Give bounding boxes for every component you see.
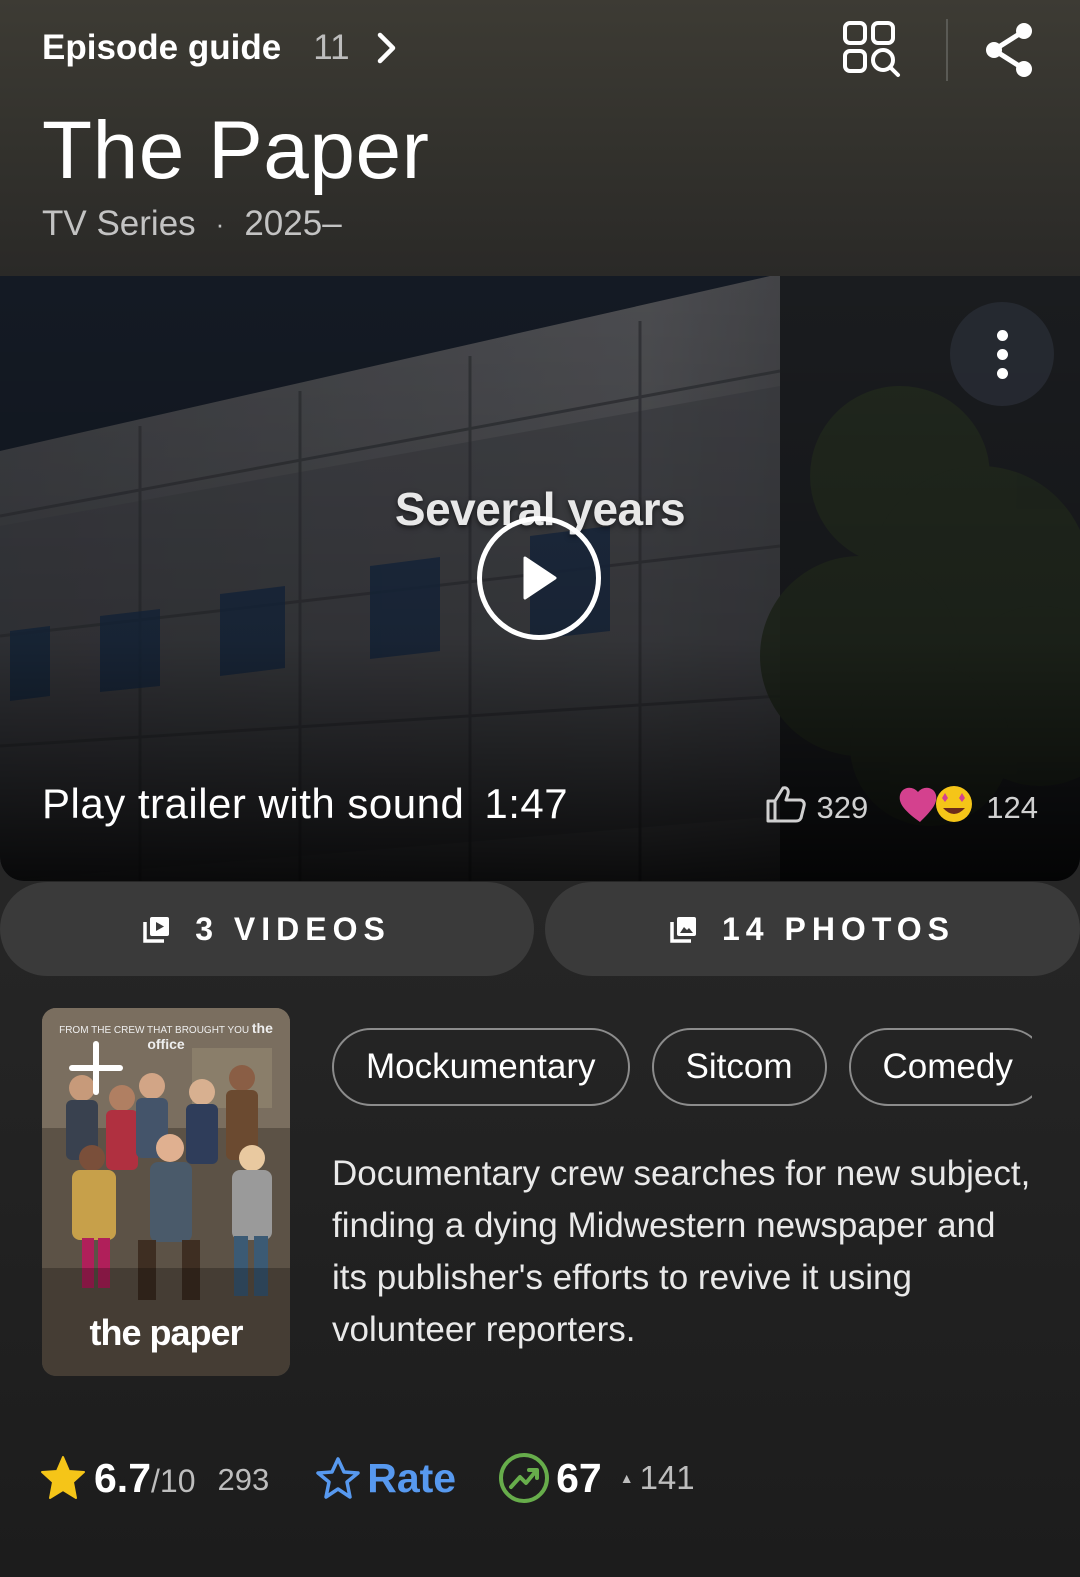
rating-votes: 293 xyxy=(217,1462,270,1497)
genre-chip-comedy[interactable]: Comedy xyxy=(848,1028,1032,1106)
popularity-delta: 141 xyxy=(639,1459,695,1496)
trailer-player[interactable]: Several years Play trailer with sound 1:4… xyxy=(0,276,1080,881)
reaction-icons[interactable] xyxy=(898,784,976,832)
videos-button[interactable]: 3 VIDEOS xyxy=(0,882,534,976)
trailer-reactions: 329 124 xyxy=(765,784,1038,832)
trailer-duration: 1:47 xyxy=(484,780,569,827)
popularity-meter[interactable]: 67 ▲ 141 xyxy=(498,1452,695,1504)
kebab-dot xyxy=(996,329,1008,341)
trending-up-icon xyxy=(499,1453,550,1503)
photos-button[interactable]: 14 PHOTOS xyxy=(545,882,1080,976)
star-icon xyxy=(40,1455,86,1501)
title-years: 2025– xyxy=(244,204,342,243)
popularity-change: ▲ 141 xyxy=(620,1459,695,1497)
episode-guide-link[interactable]: Episode guide 11 xyxy=(42,24,402,72)
rating-row: 6.7 /10 293 Rate 67 ▲ 141 xyxy=(40,1446,695,1510)
like-icon[interactable] xyxy=(765,785,807,831)
play-icon xyxy=(523,556,557,600)
play-button[interactable] xyxy=(477,516,601,640)
popularity-rank: 67 xyxy=(556,1454,602,1501)
poster-title: the paper xyxy=(89,1312,243,1353)
add-to-watchlist-icon[interactable] xyxy=(62,1034,130,1102)
reaction-count: 124 xyxy=(986,790,1038,825)
episode-count: 11 xyxy=(313,28,350,67)
title-meta: TV Series · 2025– xyxy=(42,204,342,244)
browse-search-icon[interactable] xyxy=(842,20,902,80)
poster-image[interactable]: FROM THE CREW THAT BROUGHT YOU the offic… xyxy=(42,1008,290,1376)
rate-label: Rate xyxy=(367,1454,457,1501)
video-library-icon xyxy=(143,915,171,943)
genre-chips: Mockumentary Sitcom Comedy xyxy=(332,1028,1032,1108)
genre-chip-mockumentary[interactable]: Mockumentary xyxy=(332,1028,630,1106)
share-icon[interactable] xyxy=(982,21,1036,79)
rating-scale: /10 xyxy=(151,1462,196,1499)
imdb-rating: 6.7 xyxy=(94,1454,151,1501)
star-outline-icon xyxy=(316,1457,360,1499)
header-actions xyxy=(842,18,1036,82)
page-title: The Paper xyxy=(42,105,430,196)
photo-library-icon xyxy=(670,915,698,943)
title-detail-page: Episode guide 11 The Paper TV Series · 2… xyxy=(0,0,1080,1577)
play-trailer-label[interactable]: Play trailer with sound 1:47 xyxy=(42,780,568,828)
arrow-up-icon: ▲ xyxy=(619,1470,634,1486)
rate-button[interactable]: Rate xyxy=(315,1455,456,1502)
more-options-button[interactable] xyxy=(950,302,1054,406)
episode-guide-label: Episode guide xyxy=(42,28,282,67)
title-type: TV Series xyxy=(42,204,196,243)
photos-label: 14 PHOTOS xyxy=(721,910,956,947)
trailer-label-text: Play trailer with sound xyxy=(42,780,465,827)
header-divider xyxy=(946,19,948,81)
like-count: 329 xyxy=(816,790,869,825)
plot-summary[interactable]: Documentary crew searches for new subjec… xyxy=(332,1148,1032,1356)
videos-label: 3 VIDEOS xyxy=(195,910,391,947)
kebab-dot xyxy=(996,367,1008,379)
kebab-dot xyxy=(996,348,1008,360)
meta-separator: · xyxy=(215,208,225,239)
genre-chip-sitcom[interactable]: Sitcom xyxy=(651,1028,827,1106)
chevron-right-icon xyxy=(372,28,402,68)
